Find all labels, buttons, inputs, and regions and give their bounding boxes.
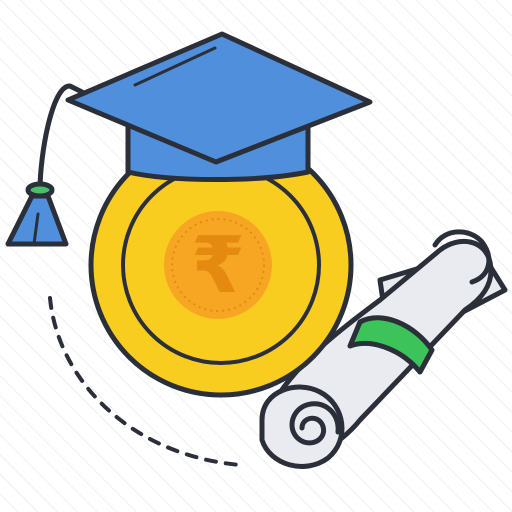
education-loan-rupee-icon: ₹ [0, 0, 512, 512]
rupee-symbol: ₹ [191, 221, 245, 311]
icon-canvas: ₹ [0, 0, 512, 512]
